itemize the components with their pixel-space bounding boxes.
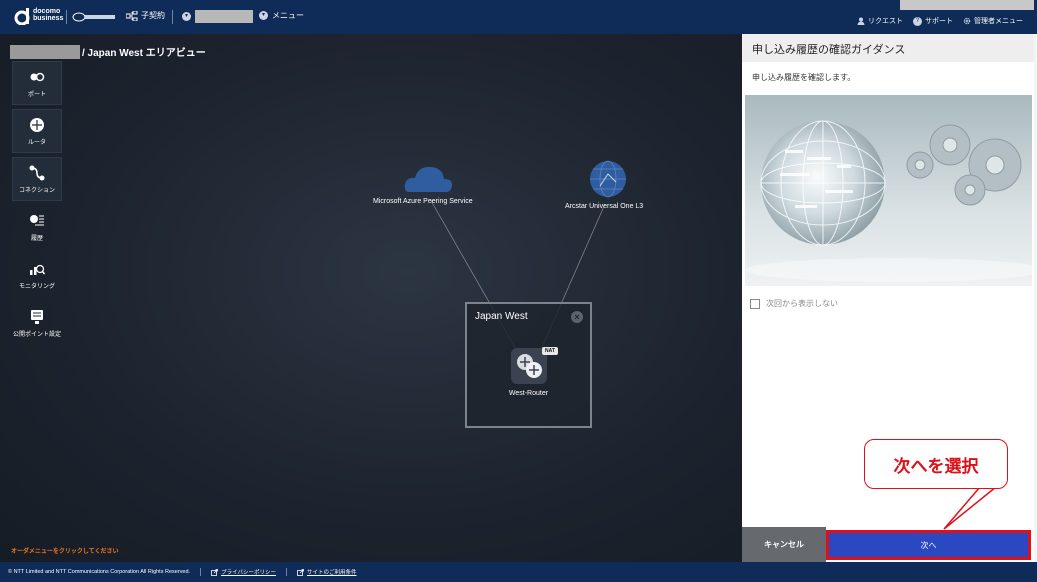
- admin-menu-link[interactable]: 管理者メニュー: [963, 16, 1023, 26]
- nat-badge: NAT: [542, 347, 558, 355]
- header-right-links: リクエスト ? サポート 管理者メニュー: [857, 16, 1023, 26]
- redacted-top-bar: [900, 0, 1034, 10]
- dont-show-again[interactable]: 次回から表示しない: [750, 298, 838, 309]
- copyright-text: © NTT Limited and NTT Communications Cor…: [8, 569, 191, 575]
- callout-annotation: 次へを選択: [864, 439, 1008, 489]
- external-link-icon: [211, 568, 218, 576]
- account-selector[interactable]: ▾: [182, 10, 253, 23]
- checkbox[interactable]: [750, 298, 760, 309]
- checkbox-label: 次回から表示しない: [766, 299, 838, 308]
- redacted-account-name: [195, 10, 253, 23]
- page-footer: © NTT Limited and NTT Communications Cor…: [0, 562, 1037, 582]
- cloud-icon[interactable]: [404, 166, 453, 192]
- footer-divider: [200, 568, 202, 576]
- contract-label: 子契約: [141, 11, 165, 20]
- question-icon: ?: [913, 16, 922, 26]
- close-icon[interactable]: ×: [571, 311, 583, 323]
- order-menu-hint: オーダメニューをクリックしてください: [11, 549, 119, 555]
- connection-lines: [404, 160, 626, 371]
- docomo-d-logo-icon: [14, 8, 30, 25]
- support-label: サポート: [925, 18, 953, 25]
- privacy-label: プライバシーポリシー: [221, 570, 276, 576]
- person-icon: [857, 17, 865, 25]
- external-link-icon: [297, 568, 304, 576]
- menu-button[interactable]: ▾ メニュー: [259, 10, 304, 21]
- request-link[interactable]: リクエスト: [857, 16, 903, 26]
- header-divider: [66, 10, 67, 24]
- contract-selector[interactable]: 子契約: [126, 10, 165, 21]
- privacy-policy-link[interactable]: プライバシーポリシー: [211, 568, 276, 576]
- brand-logo-text: docomo business: [33, 8, 64, 22]
- menu-label: メニュー: [272, 11, 304, 20]
- request-label: リクエスト: [868, 18, 903, 25]
- terms-link[interactable]: サイトのご利用条件: [297, 568, 357, 576]
- ntt-logo-icon: [72, 12, 115, 22]
- hierarchy-icon: [126, 10, 138, 21]
- cancel-button[interactable]: キャンセル: [742, 527, 826, 562]
- panel-button-bar: キャンセル 次へ: [742, 527, 1034, 562]
- chevron-down-icon: ▾: [182, 12, 191, 21]
- terms-label: サイトのご利用条件: [306, 570, 357, 576]
- next-button[interactable]: 次へ: [826, 530, 1031, 560]
- admin-menu-label: 管理者メニュー: [974, 18, 1023, 25]
- azure-node-label: Microsoft Azure Peering Service: [373, 198, 473, 205]
- support-link[interactable]: ? サポート: [913, 16, 953, 26]
- area-title: Japan West: [475, 311, 528, 322]
- gear-icon: [963, 17, 971, 25]
- globe-icon[interactable]: [590, 160, 626, 198]
- footer-divider: [285, 568, 287, 576]
- area-map-canvas[interactable]: / Japan West エリアビュー ポート ルータ コネクション 履歴 モニ…: [0, 34, 742, 562]
- panel-title: 申し込み履歴の確認ガイダンス: [742, 34, 1034, 62]
- top-header: docomo business 子契約 ▾ ▾ メニュー リクエスト ? サポー…: [0, 0, 1037, 34]
- area-japan-west[interactable]: Japan West × NAT West-Router: [465, 302, 592, 428]
- router-label: West-Router: [508, 390, 549, 397]
- header-divider: [172, 10, 173, 24]
- arcstar-node-label: Arcstar Universal One L3: [565, 203, 644, 210]
- chevron-down-icon: ▾: [259, 11, 268, 20]
- digital-globe-illustration: [745, 95, 1032, 286]
- panel-description: 申し込み履歴を確認します。: [752, 73, 856, 82]
